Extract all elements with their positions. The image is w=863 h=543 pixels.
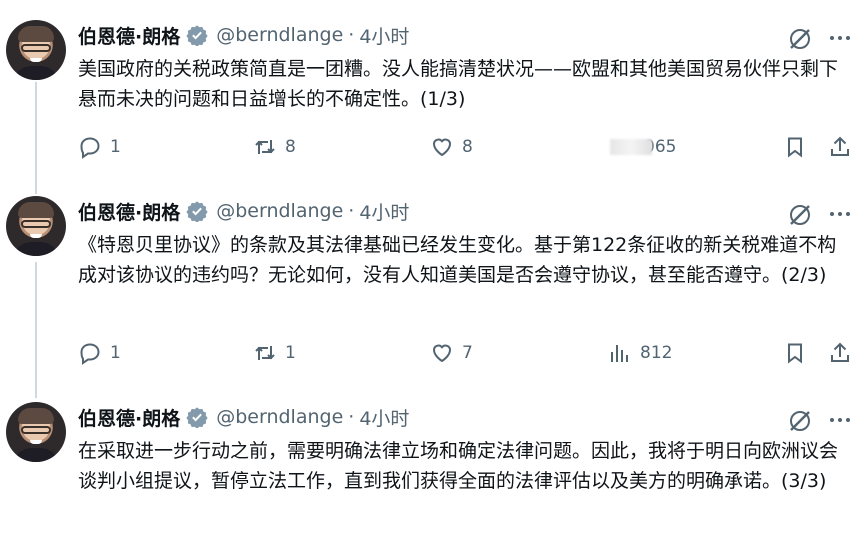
tweet-3[interactable]: 伯恩德·朗格 @berndlange · 4小时 在采取进一步行动之前，需要明确…: [0, 402, 863, 532]
tweet-text: 《特恩贝里协议》的条款及其法律基础已经发生变化。基于第122条征收的新关税难道不…: [78, 234, 837, 286]
retweet-count: 1: [285, 343, 296, 363]
views-button[interactable]: 065: [610, 132, 676, 162]
bookmark-icon: [788, 343, 802, 364]
author-handle[interactable]: @berndlange: [216, 24, 343, 46]
reply-button[interactable]: 1: [78, 338, 121, 368]
reply-icon: [80, 343, 100, 365]
separator-dot: ·: [348, 200, 355, 222]
verified-badge-icon: [186, 201, 208, 222]
views-icon: [610, 139, 652, 155]
retweet-count: 8: [285, 137, 296, 157]
like-count: 7: [462, 343, 473, 363]
timestamp[interactable]: 4小时: [359, 404, 409, 431]
like-icon: [432, 138, 452, 157]
tweet-header: 伯恩德·朗格 @berndlange · 4小时: [78, 196, 409, 226]
verified-badge-icon: [186, 25, 208, 46]
tweet-header: 伯恩德·朗格 @berndlange · 4小时: [78, 20, 409, 50]
views-icon: [611, 345, 628, 362]
more-icon[interactable]: [828, 26, 852, 50]
views-count: 812: [640, 343, 673, 363]
timestamp[interactable]: 4小时: [359, 198, 409, 225]
avatar[interactable]: [6, 20, 66, 80]
more-icon[interactable]: [828, 408, 852, 432]
like-button[interactable]: 7: [430, 338, 473, 368]
share-button[interactable]: [828, 132, 860, 162]
tweet-text: 在采取进一步行动之前，需要明确法律立场和确定法律问题。因此，我将于明日向欧洲议会…: [78, 440, 839, 492]
retweet-button[interactable]: 8: [253, 132, 296, 162]
author-handle[interactable]: @berndlange: [216, 406, 343, 428]
tweet-2[interactable]: 伯恩德·朗格 @berndlange · 4小时 《特恩贝里协议》的条款及其法律…: [0, 196, 863, 376]
reply-icon: [80, 137, 100, 159]
like-count: 8: [462, 137, 473, 157]
reply-count: 1: [110, 137, 121, 157]
avatar[interactable]: [6, 196, 66, 256]
retweet-icon: [255, 346, 275, 360]
like-icon: [432, 344, 452, 363]
more-icon[interactable]: [828, 202, 852, 226]
share-icon: [831, 342, 849, 362]
author-name[interactable]: 伯恩德·朗格: [78, 404, 180, 431]
retweet-button[interactable]: 1: [253, 338, 296, 368]
grok-icon[interactable]: [787, 202, 813, 228]
separator-dot: ·: [348, 24, 355, 46]
like-button[interactable]: 8: [430, 132, 473, 162]
author-name[interactable]: 伯恩德·朗格: [78, 22, 180, 49]
share-icon: [831, 136, 849, 156]
timestamp[interactable]: 4小时: [359, 22, 409, 49]
grok-icon[interactable]: [787, 26, 813, 52]
share-button[interactable]: [828, 338, 860, 368]
reply-count: 1: [110, 343, 121, 363]
tweet-actions: 1 8 8 065: [78, 132, 858, 162]
author-handle[interactable]: @berndlange: [216, 200, 343, 222]
grok-icon[interactable]: [787, 408, 813, 434]
retweet-icon: [255, 140, 275, 154]
avatar[interactable]: [6, 402, 66, 462]
tweet-1[interactable]: 伯恩德·朗格 @berndlange · 4小时 美国政府的关税政策简直是一团糟…: [0, 20, 863, 170]
author-name[interactable]: 伯恩德·朗格: [78, 198, 180, 225]
views-button[interactable]: 812: [608, 338, 672, 368]
tweet-actions: 1 1 7 812: [78, 338, 858, 368]
separator-dot: ·: [348, 406, 355, 428]
tweet-header: 伯恩德·朗格 @berndlange · 4小时: [78, 402, 409, 432]
verified-badge-icon: [186, 407, 208, 428]
reply-button[interactable]: 1: [78, 132, 121, 162]
bookmark-button[interactable]: [783, 132, 815, 162]
tweet-text: 美国政府的关税政策简直是一团糟。没人能搞清楚状况——欧盟和其他美国贸易伙伴只剩下…: [78, 58, 839, 110]
bookmark-icon: [788, 137, 802, 158]
bookmark-button[interactable]: [783, 338, 815, 368]
